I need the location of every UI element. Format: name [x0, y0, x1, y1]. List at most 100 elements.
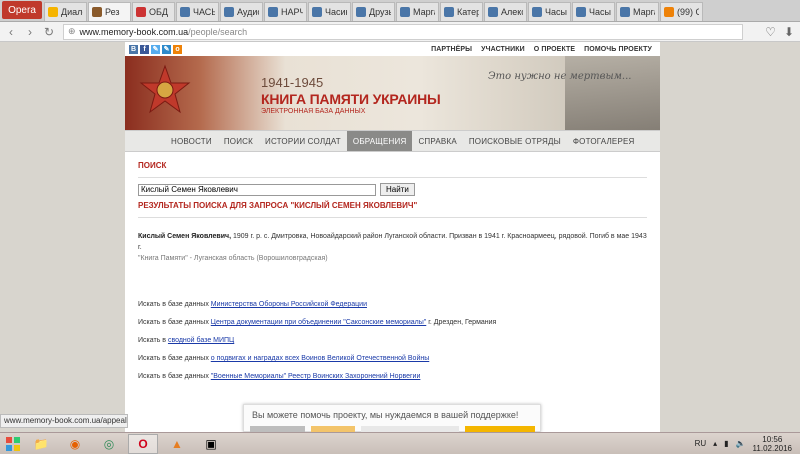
external-link-prefix: Искать в	[138, 337, 168, 344]
clock[interactable]: 10:56 11.02.2016	[753, 435, 792, 453]
tab-label: Катер	[457, 7, 479, 17]
browser-tab[interactable]: ЧАСЫ	[176, 2, 219, 21]
search-heading: ПОИСК	[138, 161, 167, 170]
firefox-icon[interactable]: ◉	[60, 434, 90, 454]
opera-menu-button[interactable]: Opera	[2, 1, 42, 19]
tray-arrow-icon[interactable]: ▴	[713, 439, 717, 448]
social-icons: Вf ✎ ✎ о	[129, 44, 182, 54]
tab-label: Часы	[545, 7, 567, 17]
browser-tab[interactable]: Рез	[88, 2, 131, 21]
aimp-icon[interactable]: ▲	[162, 434, 192, 454]
tab-favicon-icon	[136, 7, 146, 17]
tab-favicon-icon	[224, 7, 234, 17]
url-path: /people/search	[188, 26, 248, 37]
external-link[interactable]: Центра документации при объединении "Сак…	[211, 319, 427, 326]
tab-label: НАРЧ	[281, 7, 303, 17]
globe-icon: ⊕	[68, 26, 76, 36]
browser-tab[interactable]: Диало	[44, 2, 87, 21]
browser-tab[interactable]: Часы	[528, 2, 571, 21]
browser-tab[interactable]: НАРЧ	[264, 2, 307, 21]
browser-tab[interactable]: Аудио	[220, 2, 263, 21]
external-link[interactable]: "Военные Мемориалы" Реестр Воинских Захо…	[211, 373, 421, 380]
external-link[interactable]: Министерства Обороны Российской Федераци…	[211, 301, 367, 308]
banner-years: 1941-1945	[261, 75, 324, 90]
top-link[interactable]: ПАРТНЁРЫ	[431, 46, 472, 53]
top-link[interactable]: О ПРОЕКТЕ	[534, 46, 575, 53]
external-search-links: Искать в базе данных Министерства Оборон…	[138, 300, 647, 390]
banner-photo	[565, 56, 660, 130]
red-star-order-icon	[139, 64, 191, 114]
back-icon[interactable]: ‹	[3, 24, 19, 40]
tab-favicon-icon	[488, 7, 498, 17]
reload-icon[interactable]: ↻	[41, 24, 57, 40]
browser-tab[interactable]: Алекс	[484, 2, 527, 21]
main-content: ПОИСК Найти РЕЗУЛЬТАТЫ ПОИСКА ДЛЯ ЗАПРОС…	[125, 161, 660, 390]
heart-icon[interactable]: ♡	[765, 25, 776, 39]
media-icon[interactable]: ▣	[196, 434, 226, 454]
tab-list: Диало Рез ОБД М ЧАСЫ Аудио НАРЧ Часин Друзь Марг…	[44, 2, 704, 21]
external-link-row: Искать в сводной базе МИПЦ	[138, 336, 647, 354]
lj-icon[interactable]: ✎	[162, 44, 171, 54]
nav-item[interactable]: ФОТОГАЛЕРЕЯ	[567, 131, 641, 151]
divider	[138, 217, 647, 218]
download-icon[interactable]: ⬇	[784, 25, 794, 39]
nav-item[interactable]: СПРАВКА	[412, 131, 462, 151]
divider	[138, 177, 647, 178]
nav-item[interactable]: ОБРАЩЕНИЯ	[346, 131, 413, 151]
external-link-row: Искать в базе данных Центра документации…	[138, 318, 647, 336]
odnoklassniki-icon[interactable]: о	[173, 44, 182, 54]
clock-time: 10:56	[762, 434, 783, 444]
forward-icon[interactable]: ›	[22, 24, 38, 40]
browser-tab[interactable]: (99) О	[660, 2, 703, 21]
main-nav: НОВОСТИ ПОИСК ИСТОРИИ СОЛДАТ ОБРАЩЕНИЯ СПРАВ…	[125, 130, 660, 152]
external-link[interactable]: сводной базе МИПЦ	[168, 337, 234, 344]
browser-tab[interactable]: Катер	[440, 2, 483, 21]
volume-icon[interactable]: 🔈	[736, 439, 746, 448]
tab-label: Часы н	[589, 7, 611, 17]
facebook-icon[interactable]: f	[140, 44, 149, 54]
tab-label: Диало	[61, 7, 83, 17]
banner-subtitle: ЭЛЕКТРОННАЯ БАЗА ДАННЫХ	[261, 108, 366, 115]
browser-tab[interactable]: Часин	[308, 2, 351, 21]
nav-item[interactable]: НОВОСТИ	[165, 131, 218, 151]
site-banner: 1941-1945 КНИГА ПАМЯТИ УКРАИНЫ ЭЛЕКТРОНН…	[125, 56, 660, 130]
start-button[interactable]	[0, 433, 26, 454]
nav-item[interactable]: ПОИСК	[218, 131, 259, 151]
explorer-icon[interactable]: 📁	[26, 434, 56, 454]
tab-label: Марга	[413, 7, 435, 17]
result-name: Кислый Семен Яковлевич,	[138, 233, 232, 240]
opera-icon[interactable]: O	[128, 433, 158, 454]
browser-tab[interactable]: Марга	[396, 2, 439, 21]
nav-item[interactable]: ПОИСКОВЫЕ ОТРЯДЫ	[463, 131, 567, 151]
system-tray: RU ▴ ▮ 🔈 10:56 11.02.2016	[695, 435, 792, 453]
tab-label: Аудио	[237, 7, 259, 17]
chrome-icon[interactable]: ◎	[94, 434, 124, 454]
tab-favicon-icon	[92, 7, 102, 17]
browser-tab[interactable]: Друзь	[352, 2, 395, 21]
search-input[interactable]	[138, 183, 376, 196]
site-container: Вf ✎ ✎ о ПАРТНЁРЫ УЧАСТНИКИ О ПРОЕКТЕ ПОМОЧЬ П…	[125, 42, 660, 432]
browser-tab[interactable]: Часы н	[572, 2, 615, 21]
external-link-suffix: г. Дрезден, Германия	[426, 319, 497, 326]
tab-label: ЧАСЫ	[193, 7, 215, 17]
browser-tab[interactable]: ОБД М	[132, 2, 175, 21]
external-link[interactable]: о подвигах и наградах всех Воинов Велико…	[211, 355, 430, 362]
nav-item[interactable]: ИСТОРИИ СОЛДАТ	[259, 131, 347, 151]
twitter-icon[interactable]: ✎	[151, 44, 160, 54]
external-link-row: Искать в базе данных о подвигах и наград…	[138, 354, 647, 372]
language-indicator[interactable]: RU	[695, 439, 707, 448]
tab-favicon-icon	[532, 7, 542, 17]
external-link-prefix: Искать в базе данных	[138, 301, 211, 308]
search-button[interactable]: Найти	[380, 183, 415, 196]
tab-label: Алекс	[501, 7, 523, 17]
top-link[interactable]: УЧАСТНИКИ	[481, 46, 525, 53]
banner-title: КНИГА ПАМЯТИ УКРАИНЫ	[261, 91, 441, 107]
banner-slogan: Это нужно не мертвым...	[488, 71, 632, 82]
taskbar-apps: 📁 ◉ ◎ O ▲ ▣	[26, 433, 230, 454]
url-field[interactable]: ⊕ www.memory-book.com.ua/people/search	[63, 23, 743, 40]
top-link[interactable]: ПОМОЧЬ ПРОЕКТУ	[584, 46, 652, 53]
vk-icon[interactable]: В	[129, 44, 138, 54]
network-icon[interactable]: ▮	[724, 439, 728, 448]
browser-tab[interactable]: Марга	[616, 2, 659, 21]
tab-favicon-icon	[48, 7, 58, 17]
